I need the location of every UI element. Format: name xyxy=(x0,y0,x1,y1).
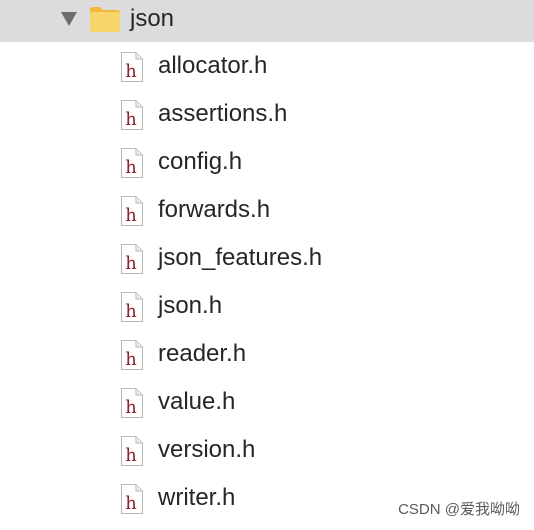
file-icon-letter: h xyxy=(125,157,137,178)
disclosure-triangle-icon[interactable] xyxy=(60,11,78,27)
header-file-icon: h xyxy=(121,292,143,322)
file-row[interactable]: h config.h xyxy=(0,139,534,187)
file-row[interactable]: h assertions.h xyxy=(0,91,534,139)
folder-name: json xyxy=(130,5,175,32)
file-icon-letter: h xyxy=(125,253,137,274)
file-row[interactable]: h reader.h xyxy=(0,331,534,379)
file-name: allocator.h xyxy=(158,52,268,79)
project-navigator: json h allocator.h h assertions.h h config.h h… xyxy=(0,0,534,530)
header-file-icon: h xyxy=(121,244,143,274)
header-file-icon: h xyxy=(121,340,143,370)
file-name: config.h xyxy=(158,148,243,175)
file-icon-letter: h xyxy=(125,109,137,130)
folder-row-json[interactable]: json xyxy=(0,0,534,42)
file-name: assertions.h xyxy=(158,100,288,127)
header-file-icon: h xyxy=(121,148,143,178)
file-icon-letter: h xyxy=(125,301,137,322)
header-file-icon: h xyxy=(121,484,143,514)
file-icon-letter: h xyxy=(125,493,137,514)
file-icon-letter: h xyxy=(125,397,137,418)
file-name: json.h xyxy=(158,292,223,319)
file-icon-letter: h xyxy=(125,205,137,226)
file-name: value.h xyxy=(158,388,236,415)
folder-icon xyxy=(90,7,120,32)
watermark: CSDN @爱我呦呦 xyxy=(398,501,520,518)
file-icon-letter: h xyxy=(125,61,137,82)
file-row[interactable]: h version.h xyxy=(0,427,534,475)
header-file-icon: h xyxy=(121,52,143,82)
file-row[interactable]: h json_features.h xyxy=(0,235,534,283)
header-file-icon: h xyxy=(121,388,143,418)
file-name: forwards.h xyxy=(158,196,271,223)
file-row[interactable]: h forwards.h xyxy=(0,187,534,235)
file-row[interactable]: h json.h xyxy=(0,283,534,331)
header-file-icon: h xyxy=(121,436,143,466)
header-file-icon: h xyxy=(121,196,143,226)
file-icon-letter: h xyxy=(125,349,137,370)
file-name: writer.h xyxy=(158,484,236,511)
file-name: reader.h xyxy=(158,340,247,367)
file-name: json_features.h xyxy=(158,244,323,271)
file-icon-letter: h xyxy=(125,445,137,466)
file-row[interactable]: h allocator.h xyxy=(0,43,534,91)
header-file-icon: h xyxy=(121,100,143,130)
file-row[interactable]: h value.h xyxy=(0,379,534,427)
file-name: version.h xyxy=(158,436,256,463)
